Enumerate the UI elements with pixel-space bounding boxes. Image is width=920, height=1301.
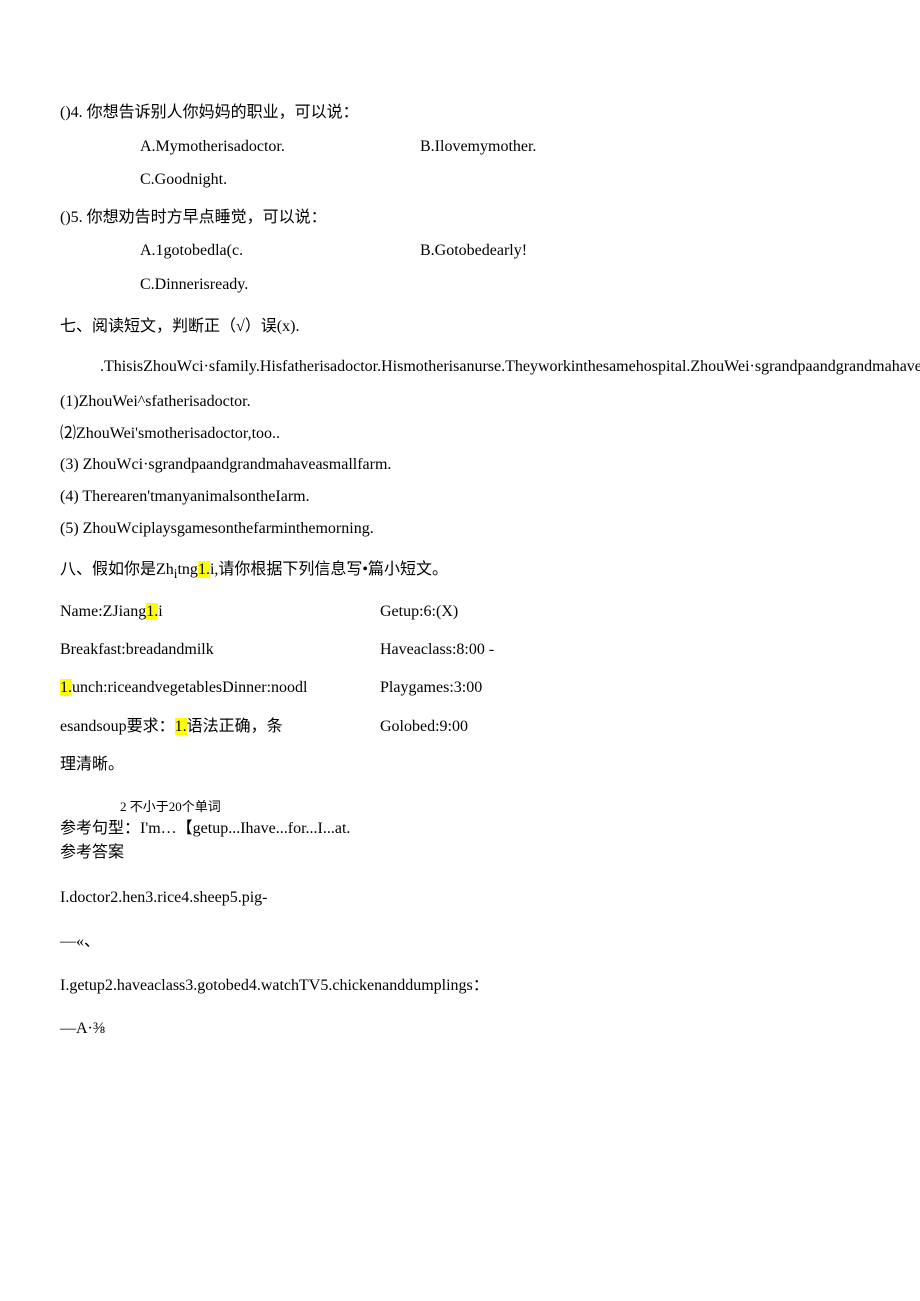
highlight: 1. bbox=[60, 679, 72, 696]
highlight: 1. bbox=[175, 718, 187, 735]
s7-item-5: (5) ZhouWciplaysgamesonthefarminthemorni… bbox=[60, 516, 860, 542]
getup-line: Getup:6:(X) bbox=[380, 597, 860, 627]
q4-option-b: B.Ilovemymother. bbox=[420, 134, 860, 160]
cut-line: 2 不小于20个单词 bbox=[60, 797, 860, 818]
playgames-line: Playgames:3:00 bbox=[380, 673, 860, 703]
ref-sentence: 参考句型：I'm…【getup...Ihave...for...I...at. bbox=[60, 817, 860, 841]
s7-item-3: (3) ZhouWci·sgrandpaandgrandmahaveasmall… bbox=[60, 452, 860, 478]
q4-options: A.Mymotherisadoctor. B.Ilovemymother. C.… bbox=[60, 134, 860, 193]
col-right: Getup:6:(X) Haveaclass:8:00 - Playgames:… bbox=[380, 597, 860, 789]
q5-options: A.1gotobedla(c. B.Gotobedearly! C.Dinner… bbox=[60, 238, 860, 297]
question-5: ()5. 你想劝告时方早点睡觉，可以说： A.1gotobedla(c. B.G… bbox=[60, 205, 860, 298]
gotobed-line: Golobed:9:00 bbox=[380, 712, 860, 742]
question-4: ()4. 你想告诉别人你妈妈的职业，可以说： A.Mymotherisadoct… bbox=[60, 100, 860, 193]
q4-header: ()4. 你想告诉别人你妈妈的职业，可以说： bbox=[60, 100, 860, 126]
q4-option-a: A.Mymotherisadoctor. bbox=[140, 134, 420, 160]
lunch-line: 1.unch:riceandvegetablesDinner:noodl bbox=[60, 673, 380, 703]
answers-block: I.doctor2.hen3.rice4.sheep5.pig- —«、 I.g… bbox=[60, 885, 860, 1041]
q5-header: ()5. 你想劝告时方早点睡觉，可以说： bbox=[60, 205, 860, 231]
section-7-passage: .ThisisZhouWci·sfamily.Hisfatherisadocto… bbox=[60, 351, 860, 383]
s7-item-1: (1)ZhouWei^sfatherisadoctor. bbox=[60, 389, 860, 415]
col-left: Name:ZJiang1.i Breakfast:breadandmilk 1.… bbox=[60, 597, 380, 789]
reference-block: 参考句型：I'm…【getup...Ihave...for...I...at. … bbox=[60, 817, 860, 865]
section-8-title: 八、假如你是Zhitng1.i,请你根据下列信息写•篇小短文。 bbox=[60, 557, 860, 585]
section-8-columns: Name:ZJiang1.i Breakfast:breadandmilk 1.… bbox=[60, 597, 860, 789]
section-7-title: 七、阅读短文，判断正（√）误(x). bbox=[60, 314, 860, 340]
req-line: esandsoup要求：1.语法正确，条 bbox=[60, 712, 380, 742]
q5-option-a: A.1gotobedla(c. bbox=[140, 238, 420, 264]
answer-line-1: I.doctor2.hen3.rice4.sheep5.pig- bbox=[60, 885, 860, 911]
haveclass-line: Haveaclass:8:00 - bbox=[380, 635, 860, 665]
s7-item-4: (4) Therearen'tmanyanimalsontheIarm. bbox=[60, 484, 860, 510]
q5-option-c: C.Dinnerisready. bbox=[140, 272, 248, 298]
req-line-2: 理清晰。 bbox=[60, 750, 380, 780]
name-line: Name:ZJiang1.i bbox=[60, 597, 380, 627]
q5-option-b: B.Gotobedearly! bbox=[420, 238, 860, 264]
answer-line-2: —«、 bbox=[60, 929, 860, 955]
answer-line-3: I.getup2.haveaclass3.gotobed4.watchTV5.c… bbox=[60, 973, 860, 999]
highlight: 1. bbox=[198, 561, 210, 578]
answer-line-4: —A·⅜ bbox=[60, 1016, 860, 1042]
ref-answer: 参考答案 bbox=[60, 841, 860, 865]
s7-item-2: ⑵ZhouWei'smotherisadoctor,too.. bbox=[60, 421, 860, 447]
breakfast-line: Breakfast:breadandmilk bbox=[60, 635, 380, 665]
highlight: 1. bbox=[146, 603, 158, 620]
q4-option-c: C.Goodnight. bbox=[140, 167, 227, 193]
